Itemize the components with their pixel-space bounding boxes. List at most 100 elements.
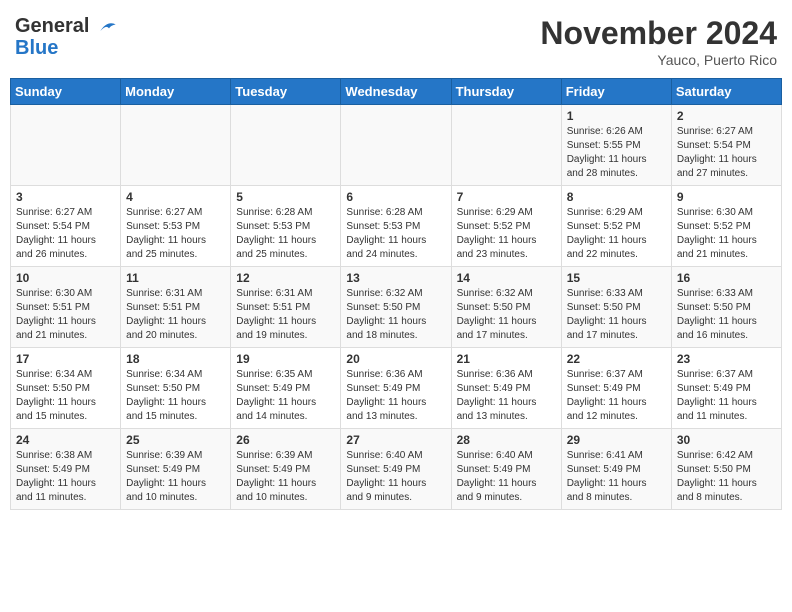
day-info: Sunrise: 6:29 AM Sunset: 5:52 PM Dayligh…	[457, 206, 556, 262]
calendar-header-friday: Friday	[561, 79, 671, 105]
calendar-cell: 10 Sunrise: 6:30 AM Sunset: 5:51 PM Dayli…	[11, 267, 121, 348]
day-number: 1	[567, 109, 666, 123]
calendar-week-3: 10 Sunrise: 6:30 AM Sunset: 5:51 PM Dayli…	[11, 267, 782, 348]
calendar-cell	[121, 105, 231, 186]
day-number: 11	[126, 271, 225, 285]
day-info: Sunrise: 6:31 AM Sunset: 5:51 PM Dayligh…	[236, 287, 335, 343]
calendar-cell: 5 Sunrise: 6:28 AM Sunset: 5:53 PM Daylig…	[231, 186, 341, 267]
calendar-week-5: 24 Sunrise: 6:38 AM Sunset: 5:49 PM Dayli…	[11, 429, 782, 510]
logo-blue: Blue	[15, 37, 117, 59]
calendar-header-monday: Monday	[121, 79, 231, 105]
day-info: Sunrise: 6:36 AM Sunset: 5:49 PM Dayligh…	[457, 368, 556, 424]
day-number: 21	[457, 352, 556, 366]
calendar-cell: 11 Sunrise: 6:31 AM Sunset: 5:51 PM Dayli…	[121, 267, 231, 348]
calendar-cell: 16 Sunrise: 6:33 AM Sunset: 5:50 PM Dayli…	[671, 267, 781, 348]
calendar-week-4: 17 Sunrise: 6:34 AM Sunset: 5:50 PM Dayli…	[11, 348, 782, 429]
calendar-cell: 24 Sunrise: 6:38 AM Sunset: 5:49 PM Dayli…	[11, 429, 121, 510]
calendar-cell: 29 Sunrise: 6:41 AM Sunset: 5:49 PM Dayli…	[561, 429, 671, 510]
day-number: 30	[677, 433, 776, 447]
calendar-cell: 14 Sunrise: 6:32 AM Sunset: 5:50 PM Dayli…	[451, 267, 561, 348]
calendar-header-saturday: Saturday	[671, 79, 781, 105]
day-number: 7	[457, 190, 556, 204]
day-info: Sunrise: 6:39 AM Sunset: 5:49 PM Dayligh…	[126, 449, 225, 505]
day-number: 20	[346, 352, 445, 366]
day-info: Sunrise: 6:33 AM Sunset: 5:50 PM Dayligh…	[677, 287, 776, 343]
calendar-cell: 17 Sunrise: 6:34 AM Sunset: 5:50 PM Dayli…	[11, 348, 121, 429]
calendar-cell: 23 Sunrise: 6:37 AM Sunset: 5:49 PM Dayli…	[671, 348, 781, 429]
day-info: Sunrise: 6:32 AM Sunset: 5:50 PM Dayligh…	[457, 287, 556, 343]
day-info: Sunrise: 6:40 AM Sunset: 5:49 PM Dayligh…	[457, 449, 556, 505]
calendar-cell	[231, 105, 341, 186]
day-number: 6	[346, 190, 445, 204]
day-number: 9	[677, 190, 776, 204]
day-info: Sunrise: 6:37 AM Sunset: 5:49 PM Dayligh…	[567, 368, 666, 424]
day-number: 24	[16, 433, 115, 447]
calendar-cell: 13 Sunrise: 6:32 AM Sunset: 5:50 PM Dayli…	[341, 267, 451, 348]
day-number: 2	[677, 109, 776, 123]
calendar-cell: 19Sunrise: 6:35 AM Sunset: 5:49 PM Dayli…	[231, 348, 341, 429]
calendar-cell: 21 Sunrise: 6:36 AM Sunset: 5:49 PM Dayli…	[451, 348, 561, 429]
calendar-cell: 2 Sunrise: 6:27 AM Sunset: 5:54 PM Daylig…	[671, 105, 781, 186]
calendar-header-tuesday: Tuesday	[231, 79, 341, 105]
day-number: 16	[677, 271, 776, 285]
calendar-cell: 22 Sunrise: 6:37 AM Sunset: 5:49 PM Dayli…	[561, 348, 671, 429]
day-number: 10	[16, 271, 115, 285]
day-number: 3	[16, 190, 115, 204]
location: Yauco, Puerto Rico	[540, 52, 777, 68]
day-info: Sunrise: 6:31 AM Sunset: 5:51 PM Dayligh…	[126, 287, 225, 343]
day-number: 5	[236, 190, 335, 204]
calendar-cell: 15Sunrise: 6:33 AM Sunset: 5:50 PM Dayli…	[561, 267, 671, 348]
day-number: 27	[346, 433, 445, 447]
calendar-cell: 1 Sunrise: 6:26 AM Sunset: 5:55 PM Daylig…	[561, 105, 671, 186]
day-number: 4	[126, 190, 225, 204]
calendar-cell: 26 Sunrise: 6:39 AM Sunset: 5:49 PM Dayli…	[231, 429, 341, 510]
calendar-cell: 4Sunrise: 6:27 AM Sunset: 5:53 PM Daylig…	[121, 186, 231, 267]
calendar-cell: 27 Sunrise: 6:40 AM Sunset: 5:49 PM Dayli…	[341, 429, 451, 510]
day-info: Sunrise: 6:27 AM Sunset: 5:54 PM Dayligh…	[677, 125, 776, 181]
day-info: Sunrise: 6:40 AM Sunset: 5:49 PM Dayligh…	[346, 449, 445, 505]
calendar-table: SundayMondayTuesdayWednesdayThursdayFrid…	[10, 78, 782, 510]
calendar-cell: 20 Sunrise: 6:36 AM Sunset: 5:49 PM Dayli…	[341, 348, 451, 429]
day-info: Sunrise: 6:34 AM Sunset: 5:50 PM Dayligh…	[16, 368, 115, 424]
day-info: Sunrise: 6:30 AM Sunset: 5:51 PM Dayligh…	[16, 287, 115, 343]
day-number: 29	[567, 433, 666, 447]
day-info: Sunrise: 6:28 AM Sunset: 5:53 PM Dayligh…	[236, 206, 335, 262]
page-header: General Blue November 2024 Yauco, Puerto…	[10, 10, 782, 68]
day-number: 14	[457, 271, 556, 285]
calendar-week-2: 3Sunrise: 6:27 AM Sunset: 5:54 PM Daylig…	[11, 186, 782, 267]
day-number: 22	[567, 352, 666, 366]
calendar-cell: 6Sunrise: 6:28 AM Sunset: 5:53 PM Daylig…	[341, 186, 451, 267]
calendar-header-sunday: Sunday	[11, 79, 121, 105]
day-number: 26	[236, 433, 335, 447]
day-number: 17	[16, 352, 115, 366]
day-info: Sunrise: 6:26 AM Sunset: 5:55 PM Dayligh…	[567, 125, 666, 181]
day-info: Sunrise: 6:32 AM Sunset: 5:50 PM Dayligh…	[346, 287, 445, 343]
day-info: Sunrise: 6:36 AM Sunset: 5:49 PM Dayligh…	[346, 368, 445, 424]
day-info: Sunrise: 6:29 AM Sunset: 5:52 PM Dayligh…	[567, 206, 666, 262]
calendar-cell: 28 Sunrise: 6:40 AM Sunset: 5:49 PM Dayli…	[451, 429, 561, 510]
month-title: November 2024	[540, 15, 777, 52]
calendar-cell: 9Sunrise: 6:30 AM Sunset: 5:52 PM Daylig…	[671, 186, 781, 267]
calendar-header-wednesday: Wednesday	[341, 79, 451, 105]
day-number: 12	[236, 271, 335, 285]
logo: General Blue	[15, 15, 117, 59]
calendar-cell: 25 Sunrise: 6:39 AM Sunset: 5:49 PM Dayli…	[121, 429, 231, 510]
calendar-header-thursday: Thursday	[451, 79, 561, 105]
day-info: Sunrise: 6:38 AM Sunset: 5:49 PM Dayligh…	[16, 449, 115, 505]
day-number: 19	[236, 352, 335, 366]
day-number: 25	[126, 433, 225, 447]
day-info: Sunrise: 6:41 AM Sunset: 5:49 PM Dayligh…	[567, 449, 666, 505]
calendar-week-1: 1 Sunrise: 6:26 AM Sunset: 5:55 PM Daylig…	[11, 105, 782, 186]
day-info: Sunrise: 6:39 AM Sunset: 5:49 PM Dayligh…	[236, 449, 335, 505]
day-number: 8	[567, 190, 666, 204]
day-info: Sunrise: 6:37 AM Sunset: 5:49 PM Dayligh…	[677, 368, 776, 424]
day-number: 18	[126, 352, 225, 366]
calendar-cell	[341, 105, 451, 186]
day-number: 23	[677, 352, 776, 366]
day-number: 13	[346, 271, 445, 285]
calendar-cell	[11, 105, 121, 186]
day-number: 28	[457, 433, 556, 447]
day-info: Sunrise: 6:33 AM Sunset: 5:50 PM Dayligh…	[567, 287, 666, 343]
calendar-cell: 3Sunrise: 6:27 AM Sunset: 5:54 PM Daylig…	[11, 186, 121, 267]
calendar-cell: 8 Sunrise: 6:29 AM Sunset: 5:52 PM Daylig…	[561, 186, 671, 267]
